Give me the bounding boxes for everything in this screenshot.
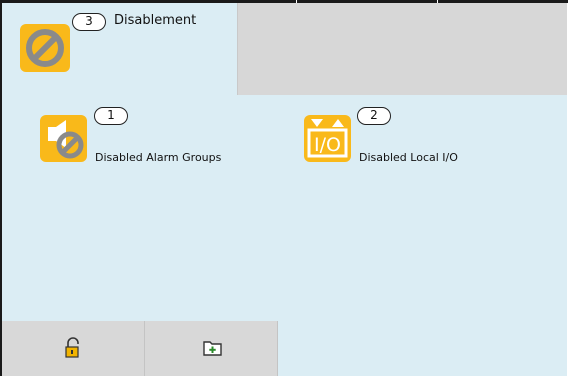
unlock-icon bbox=[63, 337, 83, 363]
tab-disablement[interactable]: 3 Disablement bbox=[2, 3, 237, 95]
add-folder-button[interactable] bbox=[145, 321, 278, 376]
item-label: Disabled Local I/O bbox=[359, 151, 458, 164]
item-disabled-local-io[interactable]: I/O 2 Disabled Local I/O bbox=[304, 107, 504, 167]
tab-empty[interactable] bbox=[237, 3, 567, 95]
io-icon-text: I/O bbox=[314, 134, 341, 156]
item-disabled-alarm-groups[interactable]: 1 Disabled Alarm Groups bbox=[40, 107, 250, 167]
add-folder-icon bbox=[202, 338, 224, 362]
item-label: Disabled Alarm Groups bbox=[95, 151, 222, 164]
tab-label: Disablement bbox=[114, 13, 197, 28]
item-count-badge: 2 bbox=[357, 107, 391, 125]
disable-icon bbox=[20, 24, 70, 72]
unlock-button[interactable] bbox=[2, 321, 145, 376]
io-icon: I/O bbox=[304, 115, 351, 162]
tab-count-badge: 3 bbox=[72, 13, 106, 31]
item-count-badge: 1 bbox=[94, 107, 128, 125]
disabled-alarm-groups-icon bbox=[40, 115, 87, 162]
